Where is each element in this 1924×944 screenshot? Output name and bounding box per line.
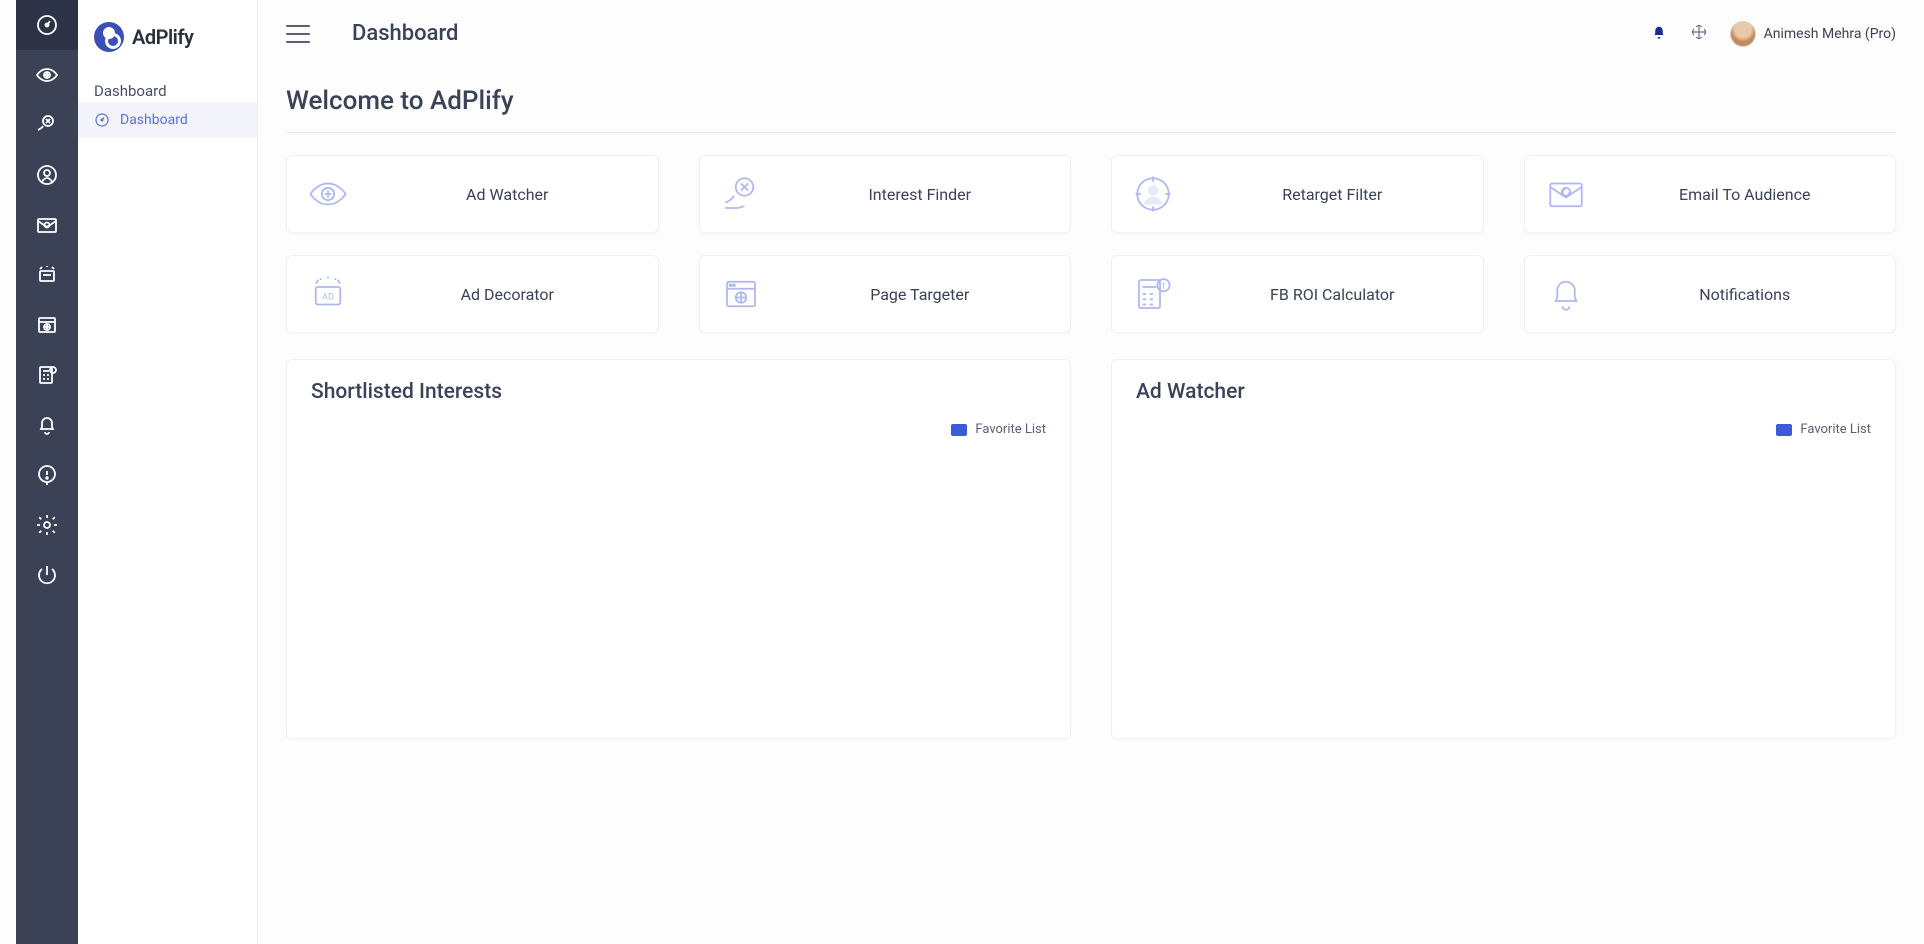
legend-swatch: [951, 424, 967, 436]
rail-settings[interactable]: [16, 500, 78, 550]
card-interest-finder[interactable]: Interest Finder: [699, 155, 1072, 233]
rail-retarget-filter[interactable]: [16, 150, 78, 200]
ad-sparkle-icon: AD: [305, 271, 351, 317]
notifications-button[interactable]: [1650, 23, 1668, 45]
card-notifications[interactable]: Notifications: [1524, 255, 1897, 333]
hand-percent-icon: [718, 171, 764, 217]
card-email-audience[interactable]: Email To Audience: [1524, 155, 1897, 233]
menu-toggle-button[interactable]: [286, 25, 310, 43]
sidebar-item-label: Dashboard: [120, 112, 188, 128]
page-title: Dashboard: [352, 21, 458, 46]
lower-panels: Shortlisted Interests Favorite List Ad W…: [286, 359, 1896, 739]
target-user-icon: [1130, 171, 1176, 217]
card-ad-decorator[interactable]: AD Ad Decorator: [286, 255, 659, 333]
card-label: Notifications: [1699, 285, 1790, 304]
card-label: Interest Finder: [868, 185, 971, 204]
rail-notifications[interactable]: [16, 400, 78, 450]
calculator-fb-icon: f: [1130, 271, 1176, 317]
gauge-icon: [94, 112, 110, 128]
fullscreen-button[interactable]: [1690, 23, 1708, 45]
card-label: Page Targeter: [870, 285, 969, 304]
envelope-at-icon: [1543, 171, 1589, 217]
card-label: Retarget Filter: [1282, 185, 1382, 204]
legend-label: Favorite List: [1800, 422, 1871, 437]
sub-sidebar: AdPlify Dashboard Dashboard: [78, 0, 258, 944]
card-label: Email To Audience: [1679, 185, 1810, 204]
card-ad-watcher[interactable]: Ad Watcher: [286, 155, 659, 233]
browser-target-icon: [718, 271, 764, 317]
avatar: [1730, 21, 1756, 47]
rail-email-audience[interactable]: [16, 200, 78, 250]
topbar: Dashboard Animesh Mehra (Pro): [258, 0, 1924, 68]
rail-help[interactable]: [16, 450, 78, 500]
sidebar-section-title: Dashboard: [78, 74, 257, 102]
svg-text:AD: AD: [322, 292, 334, 302]
card-label: Ad Decorator: [461, 285, 554, 304]
feature-grid: Ad Watcher Interest Finder Retarget Filt…: [286, 155, 1896, 333]
rail-page-targeter[interactable]: [16, 300, 78, 350]
card-retarget-filter[interactable]: Retarget Filter: [1111, 155, 1484, 233]
card-page-targeter[interactable]: Page Targeter: [699, 255, 1072, 333]
main-area: Dashboard Animesh Mehra (Pro) Welcome to…: [258, 0, 1924, 944]
user-name: Animesh Mehra (Pro): [1764, 26, 1896, 42]
panel-shortlisted-interests: Shortlisted Interests Favorite List: [286, 359, 1071, 739]
rail-interest-finder[interactable]: [16, 100, 78, 150]
card-label: Ad Watcher: [466, 185, 548, 204]
rail-dashboard[interactable]: [16, 0, 78, 50]
user-menu[interactable]: Animesh Mehra (Pro): [1730, 21, 1896, 47]
rail-ad-watcher[interactable]: [16, 50, 78, 100]
rail-logout[interactable]: [16, 550, 78, 600]
card-roi-calculator[interactable]: f FB ROI Calculator: [1111, 255, 1484, 333]
svg-text:f: f: [1162, 282, 1165, 291]
rail-roi-calculator[interactable]: [16, 350, 78, 400]
welcome-heading: Welcome to AdPlify: [286, 86, 1896, 133]
panel-legend: Favorite List: [311, 422, 1046, 437]
logo-text: AdPlify: [132, 25, 193, 49]
eye-plus-icon: [305, 171, 351, 217]
logo-icon: [94, 22, 124, 52]
logo[interactable]: AdPlify: [78, 12, 257, 74]
panel-ad-watcher: Ad Watcher Favorite List: [1111, 359, 1896, 739]
content: Welcome to AdPlify Ad Watcher Interest F…: [258, 68, 1924, 944]
legend-label: Favorite List: [975, 422, 1046, 437]
panel-title: Ad Watcher: [1136, 380, 1871, 404]
legend-swatch: [1776, 424, 1792, 436]
icon-rail: [16, 0, 78, 944]
sidebar-item-dashboard[interactable]: Dashboard: [78, 102, 257, 138]
panel-title: Shortlisted Interests: [311, 380, 1046, 404]
panel-legend: Favorite List: [1136, 422, 1871, 437]
card-label: FB ROI Calculator: [1270, 285, 1394, 304]
bell-icon: [1543, 271, 1589, 317]
rail-ad-decorator[interactable]: [16, 250, 78, 300]
